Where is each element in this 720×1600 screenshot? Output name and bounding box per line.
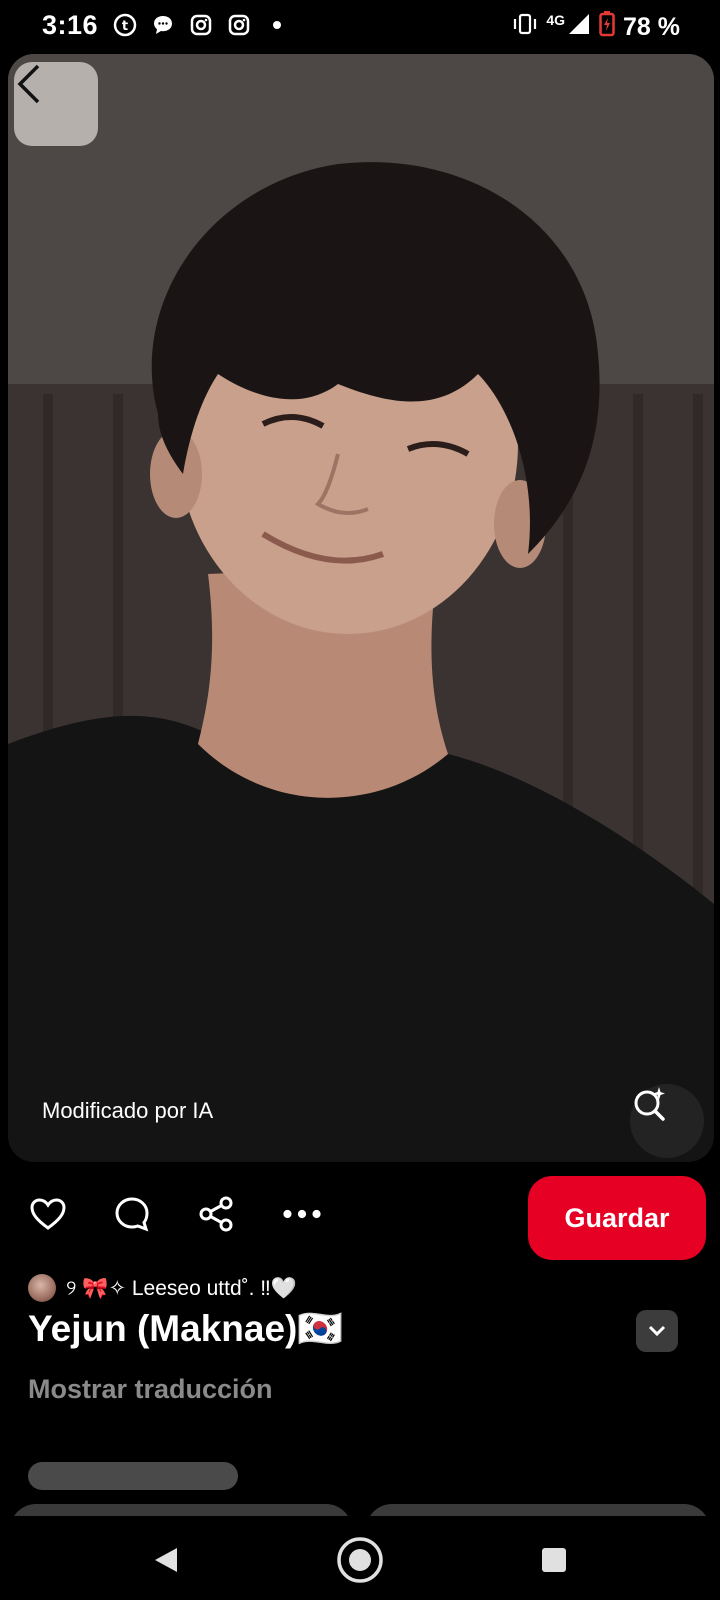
nav-home-button[interactable] (336, 1536, 384, 1584)
system-indicators: 4G 78 % (512, 11, 680, 44)
show-translation-link[interactable]: Mostrar traducción (28, 1374, 273, 1405)
heart-icon[interactable] (28, 1194, 68, 1234)
avatar[interactable] (28, 1274, 56, 1302)
chevron-down-icon (648, 1325, 666, 1337)
instagram-icon (226, 12, 252, 38)
pin-image[interactable]: Modificado por IA (8, 54, 714, 1162)
tumblr-icon: t (112, 12, 138, 38)
pin-title: Yejun (Maknae)🇰🇷 (28, 1308, 344, 1349)
comment-icon[interactable] (112, 1194, 152, 1234)
battery-level: 78 % (623, 13, 680, 41)
message-icon (150, 12, 176, 38)
ai-modified-label: Modificado por IA (42, 1098, 214, 1123)
portrait-illustration (8, 54, 714, 1162)
vibrate-icon (512, 13, 538, 42)
visual-search-button[interactable] (630, 1084, 704, 1158)
nav-recents-button[interactable] (530, 1536, 578, 1584)
pin-actions: Guardar (0, 1170, 720, 1260)
status-bar: 3:16 t 4G 78 % (0, 0, 720, 54)
home-circle-icon (337, 1537, 383, 1583)
battery-icon (599, 11, 615, 44)
author-row[interactable]: ୨ 🎀✧ Leeseo uttd˚. ‼🤍 (28, 1274, 297, 1302)
signal-icon (567, 12, 591, 43)
dot-icon (264, 12, 290, 38)
lens-search-icon (634, 1087, 665, 1121)
save-button[interactable]: Guardar (528, 1176, 706, 1260)
chevron-left-icon (17, 64, 40, 104)
network-type: 4G (546, 11, 566, 28)
nav-back-button[interactable] (142, 1536, 190, 1584)
more-icon[interactable] (282, 1194, 322, 1234)
notification-icons: t (112, 12, 290, 38)
status-time: 3:16 (42, 10, 99, 40)
author-name[interactable]: ୨ 🎀✧ Leeseo uttd˚. ‼🤍 (66, 1276, 297, 1301)
system-navigation-bar (0, 1516, 720, 1600)
expand-description-button[interactable] (636, 1310, 678, 1352)
svg-text:t: t (122, 19, 128, 34)
triangle-back-icon (155, 1548, 177, 1572)
share-icon[interactable] (196, 1194, 236, 1234)
square-recents-icon (542, 1548, 566, 1572)
instagram-icon (188, 12, 214, 38)
back-button[interactable] (14, 62, 98, 146)
loading-placeholder (28, 1462, 238, 1490)
